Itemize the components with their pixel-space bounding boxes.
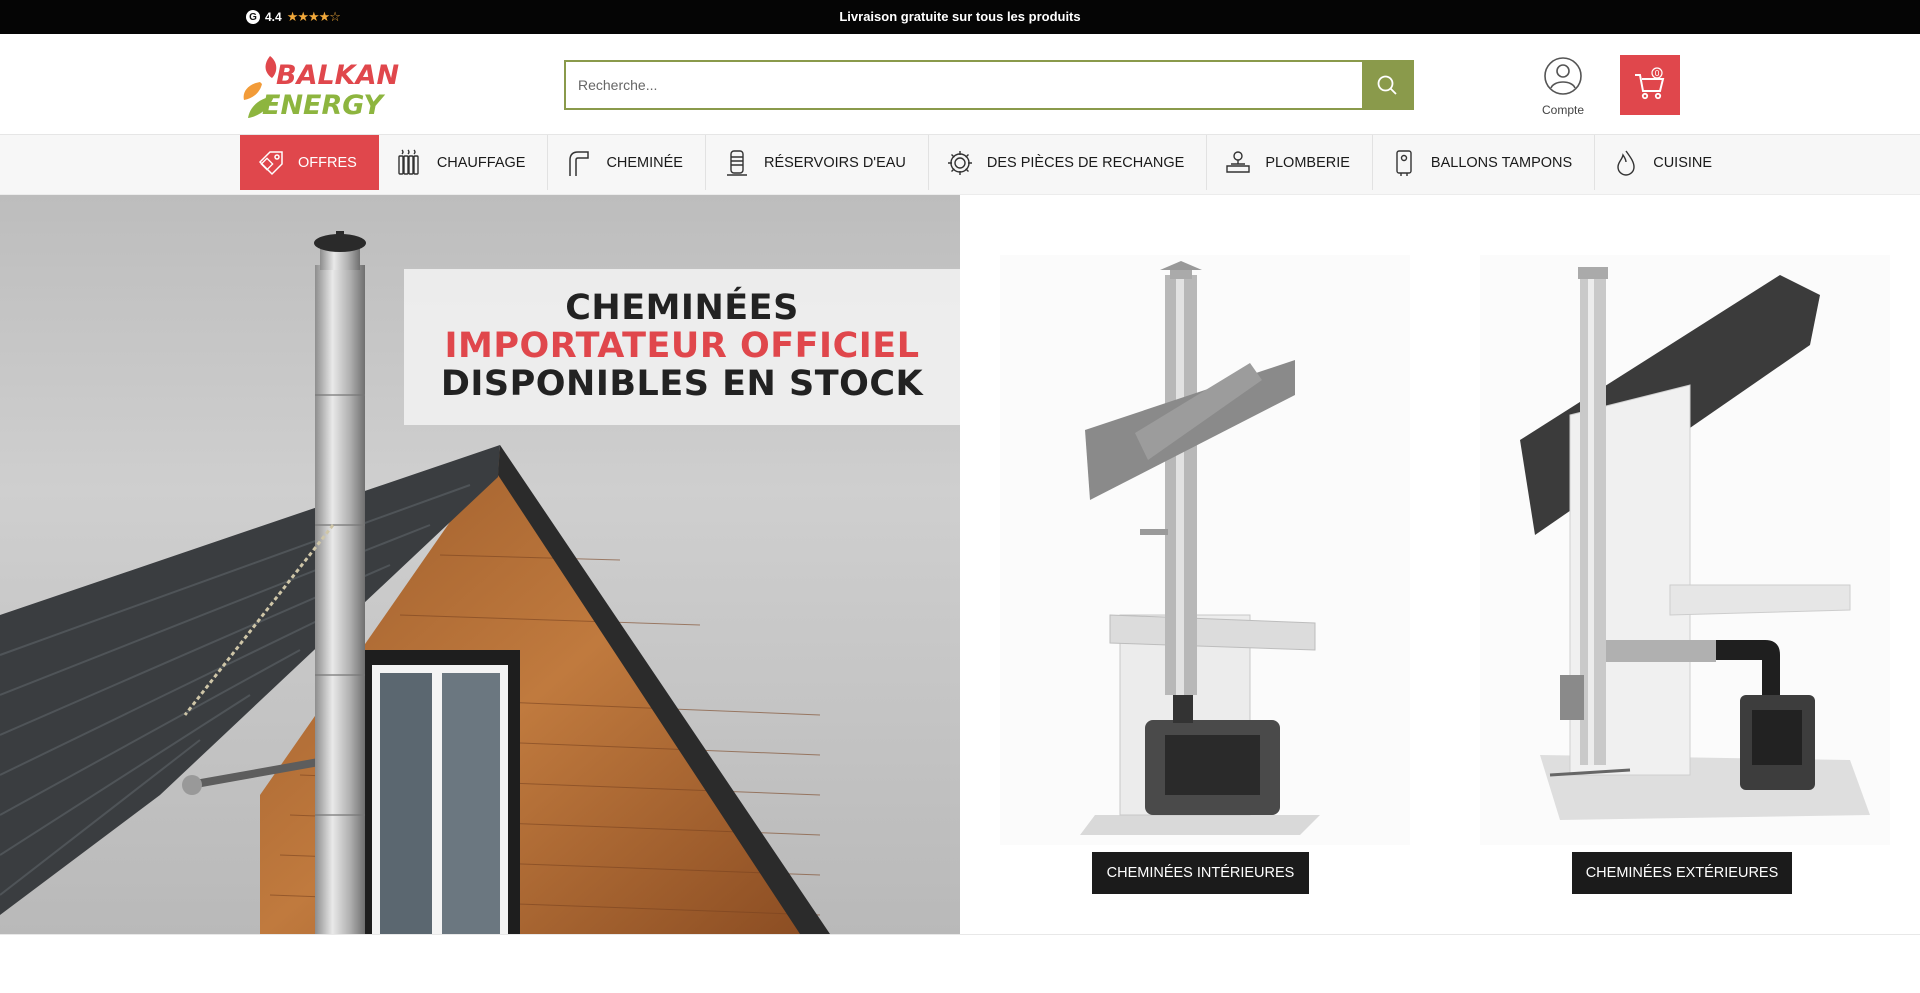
flame-icon: [1611, 148, 1641, 178]
hero-subtitle: IMPORTATEUR OFFICIEL: [444, 326, 920, 366]
account-label: Compte: [1541, 103, 1585, 117]
search-icon: [1377, 75, 1397, 95]
hero-text-box: CHEMINÉES IMPORTATEUR OFFICIEL DISPONIBL…: [404, 269, 960, 425]
tag-icon: [256, 148, 286, 178]
product-card-exterior: CHEMINÉES EXTÉRIEURES: [1480, 255, 1890, 895]
nav-item-pieces-rechange[interactable]: DES PIÈCES DE RECHANGE: [929, 135, 1208, 190]
nav-item-chauffage[interactable]: CHAUFFAGE: [379, 135, 549, 190]
product-categories: CHEMINÉES INTÉRIEURES CHEMINÉES EXTÉRIEU…: [960, 195, 1920, 934]
cart-button[interactable]: 0: [1620, 55, 1680, 115]
radiator-icon: [395, 148, 425, 178]
account-link[interactable]: Compte: [1536, 56, 1590, 117]
chimney-pipe-icon: [564, 148, 594, 178]
user-icon: [1544, 57, 1582, 95]
nav-item-plomberie[interactable]: PLOMBERIE: [1207, 135, 1373, 190]
site-header: BALKAN ENERGY Compte 0: [0, 34, 1920, 135]
announcement-text: Livraison gratuite sur tous les produits: [839, 9, 1081, 24]
nav-item-cuisine[interactable]: CUISINE: [1595, 135, 1734, 190]
boiler-icon: [1389, 148, 1419, 178]
nav-item-reservoirs[interactable]: RÉSERVOIRS D'EAU: [706, 135, 929, 190]
logo-energy-text: ENERGY: [262, 90, 385, 120]
hero-tagline: DISPONIBLES EN STOCK: [440, 364, 924, 404]
water-tank-icon: [722, 148, 752, 178]
nav-item-offres[interactable]: OFFRES: [240, 135, 379, 190]
search-button[interactable]: [1362, 62, 1412, 108]
nav-item-cheminee[interactable]: CHEMINÉE: [548, 135, 706, 190]
nav-label: BALLONS TAMPONS: [1430, 154, 1573, 171]
section-divider: [0, 934, 1920, 935]
nav-item-ballons-tampons[interactable]: BALLONS TAMPONS: [1373, 135, 1596, 190]
main-navigation: OFFRES CHAUFFAGE CHEMINÉE RÉSERVOIRS D'E…: [0, 135, 1920, 195]
cart-icon: 0: [1635, 67, 1665, 100]
search-input[interactable]: [566, 62, 1362, 108]
hero-title: CHEMINÉES: [565, 288, 799, 328]
cart-count: 0: [1654, 69, 1659, 78]
nav-label: CUISINE: [1653, 154, 1713, 171]
interior-chimneys-button[interactable]: CHEMINÉES INTÉRIEURES: [1092, 852, 1309, 894]
nav-label: RÉSERVOIRS D'EAU: [763, 154, 906, 171]
exterior-chimneys-button[interactable]: CHEMINÉES EXTÉRIEURES: [1572, 852, 1792, 894]
interior-chimney-image[interactable]: [1000, 255, 1410, 845]
nav-label: DES PIÈCES DE RECHANGE: [986, 154, 1185, 171]
product-card-interior: CHEMINÉES INTÉRIEURES: [1000, 255, 1410, 895]
gear-icon: [945, 148, 975, 178]
logo-balkan-text: BALKAN: [276, 60, 399, 91]
hero-banner[interactable]: CHEMINÉES IMPORTATEUR OFFICIEL DISPONIBL…: [0, 195, 960, 934]
exterior-chimney-image[interactable]: [1480, 255, 1890, 845]
nav-label: CHAUFFAGE: [436, 154, 526, 171]
valve-icon: [1223, 148, 1253, 178]
nav-label: PLOMBERIE: [1265, 154, 1350, 171]
nav-label: CHEMINÉE: [606, 154, 683, 171]
nav-label: OFFRES: [298, 154, 357, 171]
balkan-energy-logo[interactable]: BALKAN ENERGY: [240, 52, 415, 121]
announcement-bar: G 4.4 ★★★★☆ Livraison gratuite sur tous …: [0, 0, 1920, 34]
search-bar: [564, 60, 1414, 110]
